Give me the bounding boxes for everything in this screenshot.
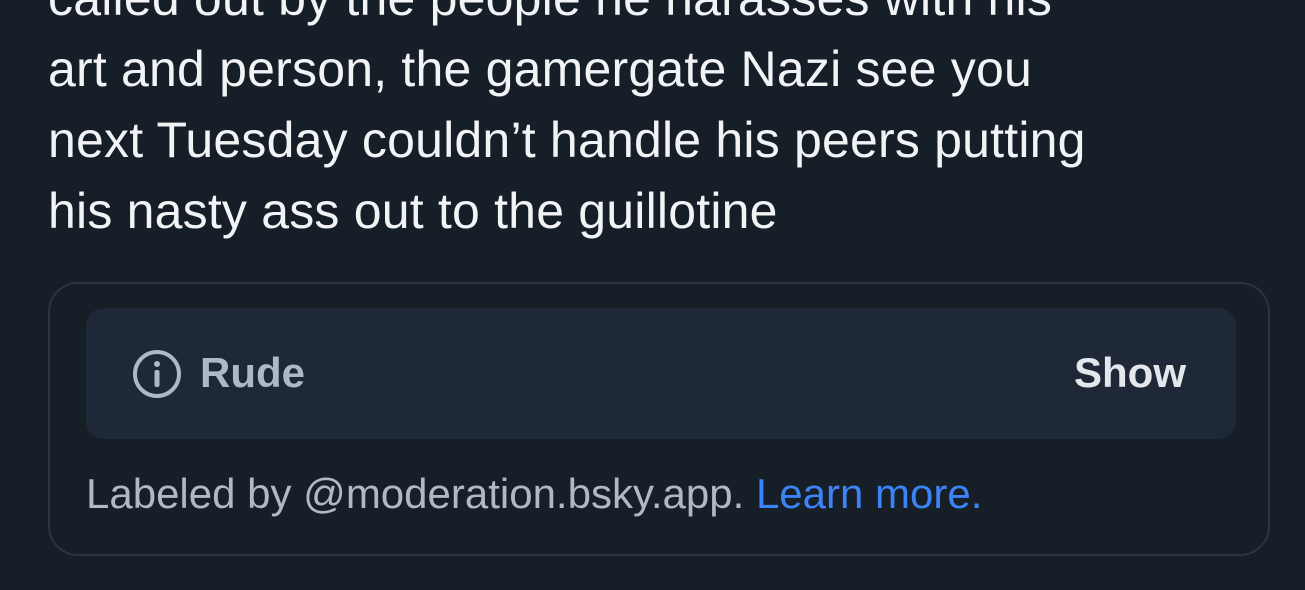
moderation-label-card: Rude Show Labeled by @moderation.bsky.ap… [48, 282, 1270, 556]
labeler-attribution: Labeled by @moderation.bsky.app. [86, 470, 745, 517]
post-text-line: called out by the people he harasses wit… [48, 0, 1268, 34]
show-button[interactable]: Show [1074, 346, 1186, 400]
label-name: Rude [200, 349, 305, 396]
info-circle-icon [132, 349, 182, 399]
labeled-by-text: Labeled by @moderation.bsky.app. Learn m… [86, 466, 982, 522]
post-text: called out by the people he harasses wit… [48, 0, 1268, 247]
post-text-line: his nasty ass out to the guillotine [48, 183, 778, 239]
post-text-line: art and person, the gamergate Nazi see y… [48, 41, 1032, 97]
content-warning-row[interactable]: Rude Show [86, 308, 1236, 439]
learn-more-link[interactable]: Learn more. [756, 470, 982, 517]
post-text-line: next Tuesday couldn’t handle his peers p… [48, 112, 1086, 168]
